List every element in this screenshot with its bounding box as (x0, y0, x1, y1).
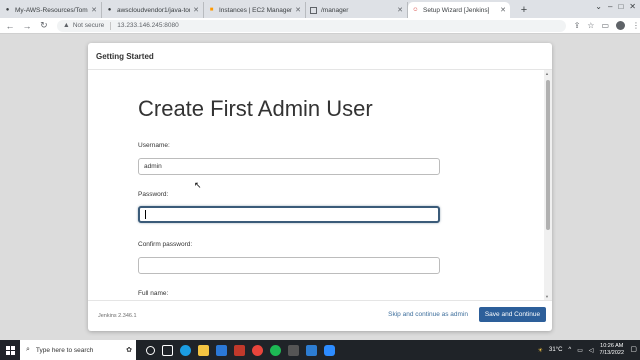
setup-wizard-dialog: Getting Started Create First Admin User … (88, 43, 552, 331)
store-icon[interactable] (216, 344, 227, 356)
warning-icon[interactable]: ▲ (63, 22, 70, 29)
github-icon: ● (107, 7, 112, 13)
tab-label: My-AWS-Resources/Tomca (15, 6, 89, 14)
taskbar-apps (146, 344, 335, 356)
mail-icon[interactable] (234, 344, 245, 356)
notifications-icon[interactable]: ▢ (630, 345, 637, 353)
username-value: admin (144, 163, 162, 170)
username-label: Username: (138, 142, 170, 149)
tab-setup-wizard[interactable]: ☺ Setup Wizard [Jenkins] ✕ (408, 2, 510, 18)
minimize-icon[interactable]: – (608, 2, 612, 11)
github-icon: ● (5, 7, 10, 13)
password-label: Password: (138, 191, 169, 198)
tab-manager[interactable]: /manager ✕ (306, 2, 408, 18)
page-icon (310, 6, 317, 14)
windows-logo-icon (5, 345, 15, 355)
username-field[interactable]: admin (138, 158, 440, 175)
tab-label: awscloudvendor1/java-tom (117, 6, 191, 14)
aws-icon: ■ (209, 7, 214, 13)
tab-close-icon[interactable]: ✕ (193, 6, 199, 14)
jenkins-version: Jenkins 2.346.1 (98, 313, 137, 319)
search-highlight-icon: ✿ (126, 347, 132, 354)
tab-github-java[interactable]: ● awscloudvendor1/java-tom ✕ (102, 2, 204, 18)
new-tab-button[interactable]: + (516, 2, 532, 18)
skip-continue-link[interactable]: Skip and continue as admin (388, 311, 468, 318)
scroll-up-icon[interactable]: ▲ (545, 71, 549, 76)
mouse-pointer-icon: ↖ (194, 180, 202, 190)
close-window-icon[interactable]: ✕ (629, 2, 636, 11)
tab-search-icon[interactable]: ⌄ (595, 2, 602, 11)
text-caret (145, 210, 146, 219)
toolbar-actions: ⇪ ☆ ▭ ⋮ (574, 21, 640, 30)
taskbar-search[interactable]: ⌕ Type here to search ✿ (20, 340, 136, 360)
tab-close-icon[interactable]: ✕ (295, 6, 301, 14)
menu-icon[interactable]: ⋮ (632, 21, 640, 30)
app-icon[interactable] (306, 344, 317, 356)
security-label[interactable]: Not secure (73, 22, 104, 29)
spotify-icon[interactable] (270, 344, 281, 356)
confirm-password-label: Confirm password: (138, 241, 193, 248)
dialog-scrollbar[interactable]: ▲ ▼ (544, 70, 552, 300)
temperature[interactable]: 31°C (549, 347, 562, 353)
tab-close-icon[interactable]: ✕ (397, 6, 403, 14)
page-title: Create First Admin User (138, 96, 373, 121)
reload-icon[interactable]: ↻ (37, 19, 51, 33)
dialog-footer: Jenkins 2.346.1 Skip and continue as adm… (88, 300, 552, 331)
chrome-icon[interactable] (252, 344, 263, 356)
clock[interactable]: 10:26 AM 7/13/2022 (600, 343, 624, 357)
dialog-header: Getting Started (88, 43, 552, 70)
window-controls: ⌄ – □ ✕ (595, 2, 636, 11)
dialog-body: Create First Admin User Username: admin … (88, 70, 544, 300)
confirm-password-field[interactable] (138, 257, 440, 274)
jenkins-icon: ☺ (412, 7, 419, 13)
page-viewport: Getting Started Create First Admin User … (0, 35, 640, 340)
weather-icon[interactable]: ☀ (538, 347, 543, 354)
forward-icon[interactable]: → (20, 19, 34, 33)
password-field[interactable] (138, 206, 440, 223)
share-icon[interactable]: ⇪ (574, 21, 581, 30)
divider (110, 21, 112, 30)
search-icon: ⌕ (26, 346, 30, 353)
start-button[interactable] (0, 340, 20, 360)
address-bar[interactable]: ▲ Not secure 13.233.146.245:8080 (56, 19, 566, 32)
tab-label: Setup Wizard [Jenkins] (423, 6, 490, 14)
tab-ec2-instances[interactable]: ■ Instances | EC2 Managemen ✕ (204, 2, 306, 18)
edge-icon[interactable] (180, 344, 191, 356)
task-view-icon[interactable] (162, 344, 173, 356)
clock-date: 7/13/2022 (599, 350, 624, 356)
full-name-label: Full name: (138, 290, 169, 297)
maximize-icon[interactable]: □ (618, 2, 623, 11)
save-and-continue-button[interactable]: Save and Continue (479, 307, 546, 322)
windows-taskbar: ⌕ Type here to search ✿ ☀ 31°C ^ ▭ ◁ 10:… (0, 340, 640, 360)
tray-chevron-icon[interactable]: ^ (568, 347, 571, 353)
tab-github-resources[interactable]: ● My-AWS-Resources/Tomca ✕ (0, 2, 102, 18)
network-icon[interactable]: ▭ (577, 347, 583, 354)
cortana-icon[interactable] (146, 345, 155, 355)
tab-close-icon[interactable]: ✕ (500, 6, 506, 14)
scroll-down-icon[interactable]: ▼ (545, 294, 549, 299)
scroll-thumb[interactable] (546, 80, 550, 230)
tab-label: Instances | EC2 Managemen (219, 6, 292, 14)
volume-icon[interactable]: ◁ (589, 347, 594, 354)
tab-close-icon[interactable]: ✕ (91, 6, 97, 14)
file-explorer-icon[interactable] (198, 344, 209, 356)
tab-strip: ● My-AWS-Resources/Tomca ✕ ● awscloudven… (0, 0, 640, 18)
zoom-icon[interactable] (324, 344, 335, 356)
search-placeholder: Type here to search (35, 346, 94, 354)
extensions-icon[interactable]: ▭ (601, 21, 609, 30)
system-tray: ☀ 31°C ^ ▭ ◁ 10:26 AM 7/13/2022 (538, 340, 624, 360)
bookmark-star-icon[interactable]: ☆ (587, 21, 594, 30)
tab-label: /manager (321, 6, 349, 14)
url-text[interactable]: 13.233.146.245:8080 (117, 22, 178, 29)
app-icon[interactable] (288, 344, 299, 356)
profile-avatar[interactable] (616, 21, 626, 30)
clock-time: 10:26 AM (600, 343, 624, 349)
back-icon[interactable]: ← (3, 19, 17, 33)
browser-toolbar: ← → ↻ ▲ Not secure 13.233.146.245:8080 ⇪… (0, 18, 640, 34)
